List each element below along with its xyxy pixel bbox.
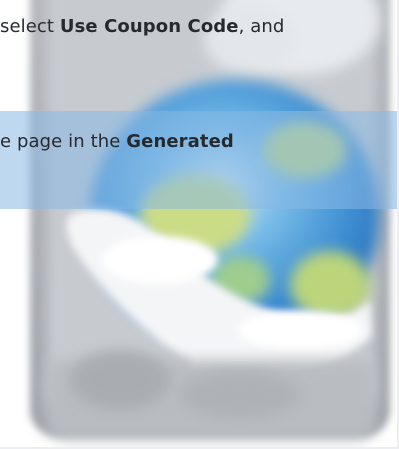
instruction-text: , and xyxy=(238,16,285,37)
instruction-line-generated: e page in the Generated xyxy=(0,131,234,153)
use-coupon-code-label: Use Coupon Code xyxy=(59,16,239,37)
instruction-text: e page in the xyxy=(0,131,127,152)
instruction-text: select xyxy=(0,16,60,37)
help-article-viewport: select Use Coupon Code, and e page in th… xyxy=(0,0,399,449)
generated-label: Generated xyxy=(126,131,234,152)
highlighted-step-band xyxy=(0,111,399,209)
globe-app-icon xyxy=(0,0,399,449)
instruction-line-coupon: select Use Coupon Code, and xyxy=(0,16,284,38)
